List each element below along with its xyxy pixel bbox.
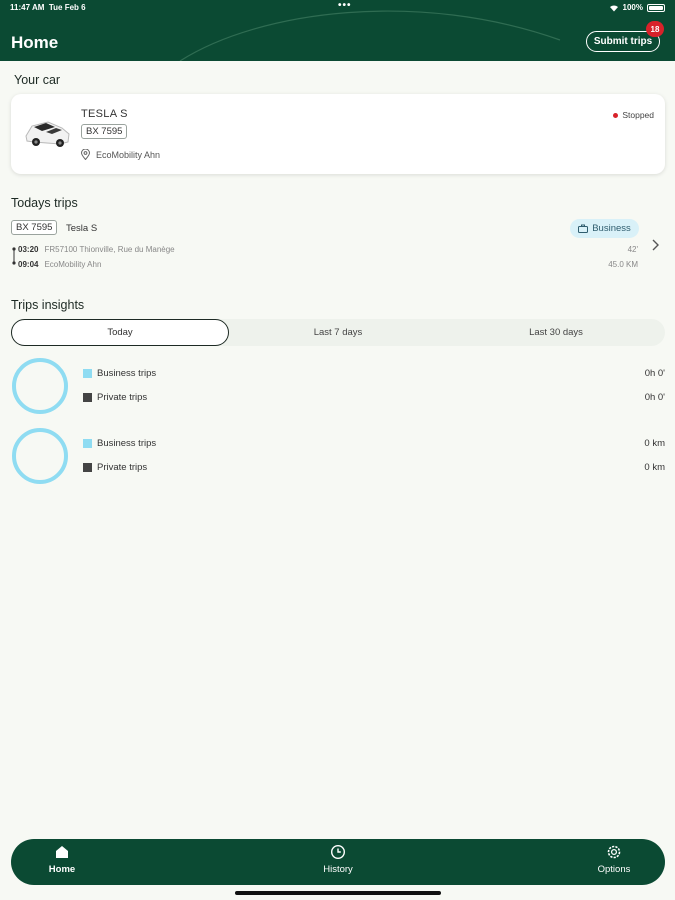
trip-category-chip[interactable]: Business (570, 219, 639, 238)
tab-last-7-days[interactable]: Last 7 days (229, 319, 447, 346)
battery-percent: 100% (622, 3, 643, 12)
home-indicator[interactable] (235, 891, 441, 895)
trip-model: Tesla S (66, 223, 98, 234)
status-dot-icon (613, 112, 619, 118)
bottom-navigation: Home History Options (11, 839, 665, 885)
nav-home[interactable]: Home (22, 844, 102, 882)
trip-distance: 45.0 KM (608, 260, 638, 269)
tab-last-30-days[interactable]: Last 30 days (447, 319, 665, 346)
tab-today[interactable]: Today (11, 319, 229, 346)
multitask-dots-icon[interactable]: ••• (338, 0, 352, 11)
car-image (25, 121, 70, 147)
distance-legend-business: Business trips (83, 438, 156, 449)
distance-legend-private: Private trips (83, 462, 147, 473)
trip-duration: 42' (627, 245, 638, 254)
your-car-title: Your car (14, 73, 61, 87)
trip-timeline-icon (12, 247, 16, 265)
submit-trips-count-badge: 18 (646, 21, 664, 37)
car-status-text: Stopped (622, 110, 654, 120)
car-card[interactable]: TESLA S BX 7595 EcoMobility Ahn Stopped (11, 94, 665, 174)
time-business-label: Business trips (97, 368, 157, 379)
nav-history[interactable]: History (298, 844, 378, 882)
time-donut-chart (12, 358, 68, 414)
battery-icon (647, 3, 665, 12)
location-pin-icon (81, 149, 90, 160)
time-private-value: 0h 0' (644, 392, 665, 403)
car-location-text: EcoMobility Ahn (96, 149, 161, 160)
car-status: Stopped (613, 110, 654, 120)
nav-options[interactable]: Options (574, 844, 654, 882)
car-name: TESLA S (81, 108, 128, 120)
status-date-text: Tue Feb 6 (48, 3, 86, 12)
trip-start: 03:20 FR57100 Thionville, Rue du Manège (18, 245, 175, 254)
status-time: 11:47 AM Tue Feb 6 (10, 3, 86, 12)
status-bar: 11:47 AM Tue Feb 6 ••• 100% (10, 0, 665, 15)
chevron-right-icon[interactable] (650, 238, 660, 252)
car-plate: BX 7595 (81, 124, 128, 139)
wifi-icon (609, 4, 618, 11)
trips-insights-title: Trips insights (11, 298, 85, 312)
distance-donut-chart (12, 428, 68, 484)
private-swatch (83, 393, 92, 402)
distance-business-label: Business trips (97, 438, 157, 449)
gear-icon (607, 845, 621, 859)
trip-end-place: EcoMobility Ahn (44, 260, 102, 269)
page-title: Home (11, 33, 59, 52)
distance-business-value: 0 km (644, 438, 665, 449)
trip-row[interactable]: BX 7595 Tesla S Business 03:20 FR57100 Th… (11, 219, 665, 275)
car-location: EcoMobility Ahn (81, 149, 160, 160)
nav-home-label: Home (48, 864, 76, 875)
distance-private-value: 0 km (644, 462, 665, 473)
trip-start-time: 03:20 (18, 245, 39, 254)
business-swatch (83, 439, 92, 448)
trip-plate: BX 7595 (11, 220, 58, 235)
home-icon (56, 846, 68, 858)
app-header: 11:47 AM Tue Feb 6 ••• 100% Home Submit … (0, 0, 675, 61)
business-swatch (83, 369, 92, 378)
private-swatch (83, 463, 92, 472)
clock-icon (330, 844, 346, 860)
time-private-label: Private trips (97, 392, 148, 403)
time-business-value: 0h 0' (644, 368, 665, 379)
trip-end-time: 09:04 (18, 260, 39, 269)
distance-private-label: Private trips (97, 462, 148, 473)
briefcase-icon (578, 224, 589, 233)
time-legend-private: Private trips (83, 392, 147, 403)
status-time-text: 11:47 AM (10, 3, 45, 12)
trip-start-place: FR57100 Thionville, Rue du Manège (44, 245, 175, 254)
nav-options-label: Options (597, 864, 631, 875)
trip-end: 09:04 EcoMobility Ahn (18, 260, 101, 269)
time-legend-business: Business trips (83, 368, 156, 379)
nav-history-label: History (323, 864, 353, 875)
insights-period-tabs: Today Last 7 days Last 30 days (11, 319, 665, 346)
todays-trips-title: Todays trips (11, 196, 78, 210)
status-right: 100% (609, 3, 665, 12)
trip-category-text: Business (592, 223, 631, 234)
